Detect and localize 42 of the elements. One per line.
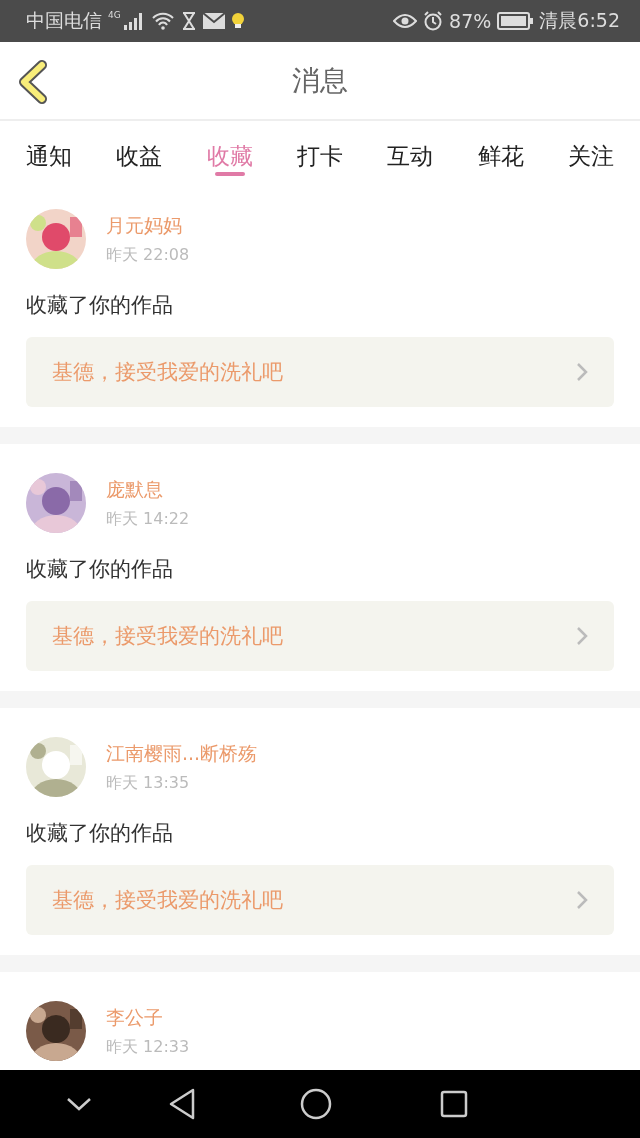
message-text: 收藏了你的作品 bbox=[26, 292, 174, 319]
work-link[interactable]: 基德，接受我爱的洗礼吧 bbox=[26, 601, 614, 671]
back-button[interactable] bbox=[16, 60, 50, 104]
wifi-icon bbox=[150, 12, 175, 30]
work-link[interactable]: 基德，接受我爱的洗礼吧 bbox=[26, 865, 614, 935]
message-time: 昨天 12:33 bbox=[106, 1036, 190, 1058]
clock-time: 清晨6:52 bbox=[539, 8, 620, 33]
battery-icon bbox=[497, 12, 534, 30]
user-name[interactable]: 月元妈妈 bbox=[106, 212, 190, 239]
chevron-icon bbox=[576, 626, 588, 646]
user-name[interactable]: 江南樱雨...断桥殇 bbox=[106, 740, 258, 767]
tab[interactable]: 互动 bbox=[387, 121, 434, 180]
recents-button[interactable] bbox=[440, 1090, 468, 1118]
chevron-icon bbox=[576, 890, 588, 910]
message-time: 昨天 14:22 bbox=[106, 508, 190, 530]
tab[interactable]: 通知 bbox=[26, 121, 72, 180]
tab[interactable]: 关注 bbox=[567, 121, 614, 180]
chevron-icon bbox=[576, 362, 588, 382]
back-nav-button[interactable] bbox=[168, 1088, 196, 1120]
tab[interactable]: 鲜花 bbox=[477, 121, 524, 180]
alarm-icon bbox=[423, 11, 444, 31]
message-text: 收藏了你的作品 bbox=[26, 556, 174, 583]
bulb-icon bbox=[230, 13, 245, 29]
tab[interactable]: 收益 bbox=[116, 121, 163, 180]
collapse-button[interactable] bbox=[66, 1097, 92, 1111]
work-link[interactable]: 基德，接受我爱的洗礼吧 bbox=[26, 337, 614, 407]
signal-icon bbox=[122, 12, 145, 30]
mail-icon bbox=[202, 13, 225, 29]
message-text: 收藏了你的作品 bbox=[26, 820, 174, 847]
tab[interactable]: 打卡 bbox=[297, 121, 343, 180]
home-button[interactable] bbox=[300, 1088, 332, 1120]
network-type: 4G bbox=[108, 10, 121, 20]
hourglass-icon bbox=[180, 12, 197, 30]
tab[interactable]: 收藏 bbox=[206, 121, 253, 180]
page-title: 消息 bbox=[292, 62, 348, 99]
message-time: 昨天 22:08 bbox=[106, 244, 190, 266]
user-name[interactable]: 庞默息 bbox=[106, 476, 190, 503]
carrier-name: 中国电信 bbox=[26, 8, 102, 33]
user-name[interactable]: 李公子 bbox=[106, 1004, 190, 1031]
eye-icon bbox=[393, 13, 418, 29]
battery-percent: 87% bbox=[449, 10, 492, 32]
message-time: 昨天 13:35 bbox=[106, 772, 191, 794]
